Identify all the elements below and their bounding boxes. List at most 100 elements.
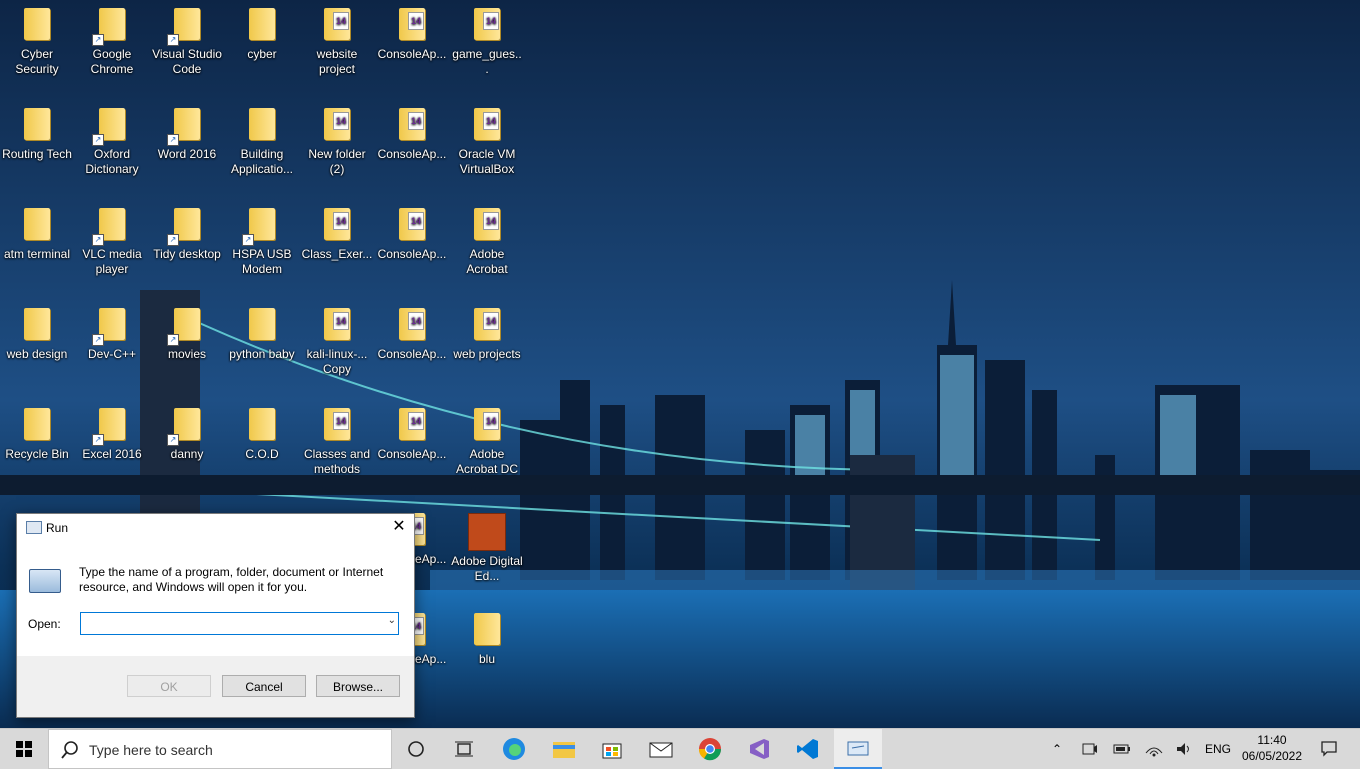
desktop-icon[interactable]: 14 Adobe Acrobat (450, 200, 524, 277)
desktop-icon[interactable]: 14 ConsoleAp... (375, 300, 449, 362)
desktop-icon[interactable]: Adobe Digital Ed... (450, 505, 524, 584)
start-button[interactable] (0, 729, 48, 769)
clock[interactable]: 11:40 06/05/2022 (1238, 732, 1306, 764)
run-icon (26, 521, 42, 534)
desktop-icon-label: Word 2016 (157, 147, 217, 161)
desktop-icon[interactable]: ↗ HSPA USB Modem (225, 200, 299, 277)
app-icon (249, 308, 275, 340)
desktop-icon[interactable]: Cyber Security (0, 0, 74, 77)
taskbar-file-explorer[interactable] (540, 729, 588, 769)
battery-icon (1113, 744, 1130, 754)
desktop-icon[interactable]: ↗ VLC media player (75, 200, 149, 277)
desktop-icon[interactable]: ↗ Excel 2016 (75, 400, 149, 462)
desktop-icon[interactable]: Building Applicatio... (225, 100, 299, 177)
desktop-icon-label: Adobe Acrobat (466, 247, 508, 276)
desktop-icon[interactable]: ↗ Oxford Dictionary (75, 100, 149, 177)
app-icon: 14 (474, 108, 500, 140)
desktop-icon-label: game_gues... (452, 47, 522, 76)
chevron-up-icon: ⌃ (1051, 742, 1063, 756)
cancel-button[interactable]: Cancel (222, 675, 306, 697)
meet-now-tray[interactable] (1078, 729, 1102, 769)
desktop-icon[interactable]: ↗ Tidy desktop (150, 200, 224, 262)
desktop-icon[interactable]: atm terminal (0, 200, 74, 262)
desktop-icon[interactable]: Recycle Bin (0, 400, 74, 462)
adobe-digital-editions-icon (468, 513, 506, 551)
desktop-icon[interactable]: cyber (225, 0, 299, 62)
taskbar-chrome[interactable] (686, 729, 734, 769)
edge-icon (503, 738, 525, 760)
folder-icon (474, 613, 500, 645)
action-center-button[interactable] (1314, 729, 1344, 769)
desktop-icon[interactable]: Routing Tech (0, 100, 74, 162)
desktop-icon[interactable]: 14 Adobe Acrobat DC (450, 400, 524, 477)
desktop-icon[interactable]: ↗ Visual Studio Code (150, 0, 224, 77)
shortcut-arrow-icon: ↗ (92, 334, 104, 346)
desktop-icon[interactable]: 14 ConsoleAp... (375, 0, 449, 62)
browse-button[interactable]: Browse... (316, 675, 400, 697)
taskbar-store[interactable] (588, 729, 636, 769)
run-description: Type the name of a program, folder, docu… (79, 565, 384, 594)
taskbar-run-active[interactable] (834, 729, 882, 769)
desktop-icon[interactable]: 14 website project (300, 0, 374, 77)
desktop-icon-label: C.O.D (245, 447, 279, 461)
desktop-icon-label: Cyber Security (15, 47, 59, 76)
desktop-icon-label: ConsoleAp... (377, 247, 447, 261)
app-icon (24, 408, 50, 440)
desktop-icon[interactable]: 14 web projects (450, 300, 524, 362)
app-icon (24, 108, 50, 140)
cortana-circle-icon (408, 741, 424, 757)
shortcut-arrow-icon: ↗ (167, 134, 179, 146)
show-hidden-icons-button[interactable]: ⌃ (1045, 729, 1069, 769)
taskbar: Type here to search ⌃ ENG 11:40 06/05/20… (0, 728, 1360, 769)
desktop-icon[interactable]: 14 Classes and methods (300, 400, 374, 477)
language-indicator[interactable]: ENG (1203, 729, 1233, 769)
app-icon: 14 (399, 208, 425, 240)
desktop-icon[interactable]: 14 ConsoleAp... (375, 100, 449, 162)
search-placeholder: Type here to search (89, 742, 213, 758)
ok-button[interactable]: OK (127, 675, 211, 697)
app-icon: 14 (324, 308, 350, 340)
app-icon: 14 (324, 208, 350, 240)
desktop-icon[interactable]: 14 New folder (2) (300, 100, 374, 177)
desktop-icon[interactable]: 14 Oracle VM VirtualBox (450, 100, 524, 177)
desktop-icon[interactable]: python baby (225, 300, 299, 362)
network-tray[interactable] (1142, 729, 1166, 769)
desktop-icon[interactable]: web design (0, 300, 74, 362)
desktop-icon-label: Building Applicatio... (230, 147, 294, 176)
desktop-icon[interactable]: 14 kali-linux-... Copy (300, 300, 374, 377)
task-view-button[interactable] (440, 729, 488, 769)
desktop-icon[interactable]: 14 ConsoleAp... (375, 200, 449, 262)
shortcut-arrow-icon: ↗ (92, 434, 104, 446)
desktop-icon[interactable]: ↗ Word 2016 (150, 100, 224, 162)
desktop-icon[interactable]: ↗ Dev-C++ (75, 300, 149, 362)
desktop-icon[interactable]: ↗ movies (150, 300, 224, 362)
volume-tray[interactable] (1172, 729, 1196, 769)
desktop-icon-label: atm terminal (3, 247, 71, 261)
desktop-icon-label: blu (478, 652, 495, 666)
desktop-icon-label: python baby (229, 347, 295, 361)
taskbar-visual-studio[interactable] (735, 729, 783, 769)
chevron-down-icon[interactable]: ⌄ (388, 615, 396, 626)
desktop-icon[interactable]: blu (450, 605, 524, 667)
desktop-icon[interactable]: 14 ConsoleAp... (375, 400, 449, 462)
battery-tray[interactable] (1110, 729, 1134, 769)
cortana-button[interactable] (392, 729, 440, 769)
desktop-icon[interactable]: C.O.D (225, 400, 299, 462)
desktop-icon-label: Routing Tech (2, 147, 72, 161)
app-icon: 14 (474, 408, 500, 440)
desktop-icon[interactable]: ↗ Google Chrome (75, 0, 149, 77)
app-icon: 14 (324, 8, 350, 40)
open-input[interactable] (84, 613, 374, 632)
taskbar-mail[interactable] (637, 729, 685, 769)
taskbar-edge[interactable] (490, 729, 538, 769)
app-icon (249, 408, 275, 440)
taskbar-vscode[interactable] (784, 729, 832, 769)
close-icon[interactable]: ✕ (384, 514, 414, 540)
desktop-icon[interactable]: 14 game_gues... (450, 0, 524, 77)
open-combobox[interactable]: ⌄ (80, 612, 399, 635)
desktop-icon-label: Google Chrome (90, 47, 134, 76)
desktop-icon[interactable]: ↗ danny (150, 400, 224, 462)
run-titlebar[interactable]: Run ✕ (17, 514, 414, 542)
taskbar-search-box[interactable]: Type here to search (48, 729, 392, 769)
desktop-icon[interactable]: 14 Class_Exer... (300, 200, 374, 262)
